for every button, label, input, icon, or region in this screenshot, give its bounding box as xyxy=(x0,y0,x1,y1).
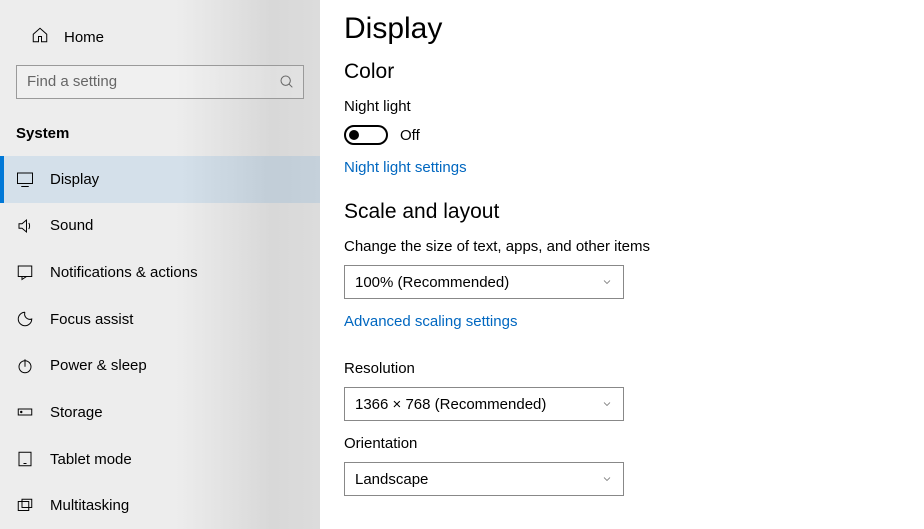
home-button[interactable]: Home xyxy=(0,18,320,57)
search-icon xyxy=(279,74,295,90)
night-light-state: Off xyxy=(400,127,420,144)
page-title: Display xyxy=(344,12,924,46)
sidebar-section-title: System xyxy=(0,115,320,156)
sidebar-item-storage[interactable]: Storage xyxy=(0,389,320,436)
resolution-value: 1366 × 768 (Recommended) xyxy=(355,396,546,413)
notifications-icon xyxy=(16,263,34,281)
scale-size-label: Change the size of text, apps, and other… xyxy=(344,238,924,255)
sidebar-item-label: Display xyxy=(50,171,99,188)
search-wrap xyxy=(0,57,320,115)
focus-icon xyxy=(16,310,34,328)
sidebar-item-notifications[interactable]: Notifications & actions xyxy=(0,249,320,296)
night-light-label: Night light xyxy=(344,98,924,115)
resolution-label: Resolution xyxy=(344,360,924,377)
sidebar-item-power[interactable]: Power & sleep xyxy=(0,342,320,389)
sidebar-item-label: Focus assist xyxy=(50,311,133,328)
chevron-down-icon xyxy=(601,276,613,288)
advanced-scaling-link[interactable]: Advanced scaling settings xyxy=(344,313,517,330)
toggle-knob xyxy=(349,130,359,140)
scale-heading: Scale and layout xyxy=(344,200,924,224)
sidebar-item-sound[interactable]: Sound xyxy=(0,203,320,250)
orientation-value: Landscape xyxy=(355,471,428,488)
sidebar-item-label: Storage xyxy=(50,404,103,421)
tablet-icon xyxy=(16,450,34,468)
power-icon xyxy=(16,357,34,375)
main-content: Display Color Night light Off Night ligh… xyxy=(320,0,924,529)
sidebar-item-label: Notifications & actions xyxy=(50,264,198,281)
sidebar-item-label: Sound xyxy=(50,217,93,234)
night-light-toggle-row: Off xyxy=(344,125,924,145)
orientation-select[interactable]: Landscape xyxy=(344,462,624,496)
sidebar-item-label: Tablet mode xyxy=(50,451,132,468)
chevron-down-icon xyxy=(601,398,613,410)
scale-size-select[interactable]: 100% (Recommended) xyxy=(344,265,624,299)
sidebar-item-display[interactable]: Display xyxy=(0,156,320,203)
home-icon xyxy=(31,26,49,48)
night-light-settings-link[interactable]: Night light settings xyxy=(344,159,467,176)
multitasking-icon xyxy=(16,497,34,515)
resolution-select[interactable]: 1366 × 768 (Recommended) xyxy=(344,387,624,421)
search-input[interactable] xyxy=(17,66,303,98)
sidebar-item-label: Multitasking xyxy=(50,497,129,514)
sidebar-item-tablet[interactable]: Tablet mode xyxy=(0,436,320,483)
color-heading: Color xyxy=(344,60,924,84)
chevron-down-icon xyxy=(601,473,613,485)
search-box[interactable] xyxy=(16,65,304,99)
sidebar: Home System Display Sound Notifications … xyxy=(0,0,320,529)
orientation-label: Orientation xyxy=(344,435,924,452)
sidebar-item-label: Power & sleep xyxy=(50,357,147,374)
home-label: Home xyxy=(64,29,104,46)
storage-icon xyxy=(16,403,34,421)
sidebar-item-multitasking[interactable]: Multitasking xyxy=(0,482,320,529)
night-light-toggle[interactable] xyxy=(344,125,388,145)
scale-size-value: 100% (Recommended) xyxy=(355,274,509,291)
display-icon xyxy=(16,170,34,188)
sidebar-item-focus[interactable]: Focus assist xyxy=(0,296,320,343)
sound-icon xyxy=(16,217,34,235)
